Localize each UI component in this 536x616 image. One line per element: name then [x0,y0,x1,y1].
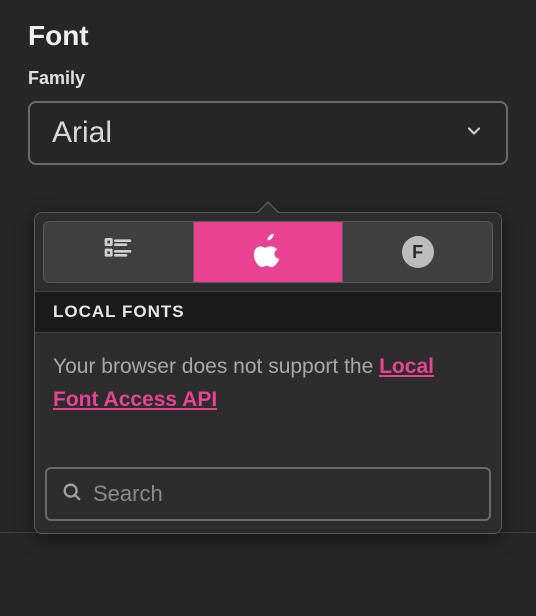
local-fonts-message-text: Your browser does not support the Local … [53,355,434,411]
search-box[interactable] [45,467,491,521]
font-source-tabs: F [43,221,493,283]
tab-system[interactable] [193,222,343,282]
section-title: Font [28,20,508,52]
font-panel: Font Family Arial [0,0,536,165]
tab-list[interactable] [44,222,193,282]
popover-arrow [256,201,280,213]
local-fonts-header: LOCAL FONTS [35,291,501,333]
search-container [35,459,501,533]
apple-icon [252,232,284,273]
tab-google-fonts[interactable]: F [342,222,492,282]
chevron-down-icon [464,121,484,146]
family-label: Family [28,68,508,89]
search-icon [61,481,83,508]
local-fonts-message: Your browser does not support the Local … [35,333,501,459]
font-picker-popover: F LOCAL FONTS Your browser does not supp… [34,212,502,534]
family-select[interactable]: Arial [28,101,508,165]
font-search-input[interactable] [93,481,475,507]
font-badge-icon: F [402,236,434,268]
message-prefix: Your browser does not support the [53,355,379,378]
family-select-value: Arial [52,116,112,150]
list-icon [102,234,134,271]
